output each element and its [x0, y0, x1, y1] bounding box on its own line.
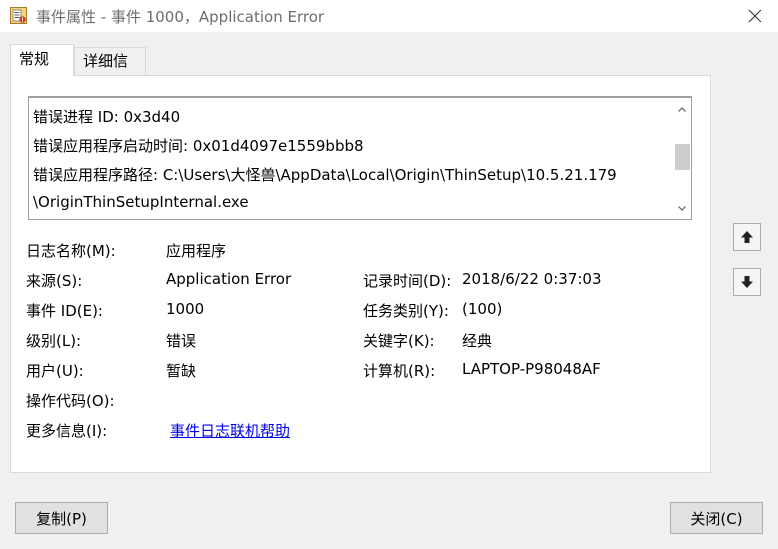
- close-button[interactable]: 关闭(C): [670, 502, 763, 534]
- arrow-down-icon: [741, 276, 753, 288]
- computer-label: 计算机(R):: [363, 362, 436, 380]
- description-line: \OriginThinSetupInternal.exe: [33, 193, 249, 211]
- previous-event-button[interactable]: [733, 223, 761, 251]
- level-label: 级别(L):: [26, 332, 82, 350]
- computer-value: LAPTOP-P98048AF: [462, 360, 601, 378]
- next-event-button[interactable]: [733, 268, 761, 296]
- user-label: 用户(U):: [26, 362, 84, 380]
- event-description-box[interactable]: 错误进程 ID: 0x3d40 错误应用程序启动时间: 0x01d4097e15…: [28, 96, 692, 220]
- logged-label: 记录时间(D):: [363, 272, 452, 290]
- online-help-link[interactable]: 事件日志联机帮助: [170, 420, 290, 441]
- opcode-label: 操作代码(O):: [26, 392, 115, 410]
- log-name-value: 应用程序: [166, 242, 227, 260]
- logged-value: 2018/6/22 0:37:03: [462, 270, 602, 288]
- arrow-up-icon: [741, 231, 753, 243]
- scroll-thumb[interactable]: [675, 144, 690, 170]
- event-id-value: 1000: [166, 300, 205, 318]
- task-category-value: (100): [462, 300, 503, 318]
- task-category-label: 任务类别(Y):: [363, 302, 449, 320]
- close-window-button[interactable]: [732, 0, 778, 32]
- description-line: 错误进程 ID: 0x3d40: [33, 108, 181, 126]
- more-info-label: 更多信息(I):: [26, 422, 108, 440]
- event-viewer-icon: [10, 7, 27, 24]
- chevron-down-icon: [678, 205, 686, 211]
- log-name-label: 日志名称(M):: [26, 242, 116, 260]
- description-line: 错误应用程序启动时间: 0x01d4097e1559bbb8: [33, 137, 364, 155]
- tab-details[interactable]: 详细信息: [74, 47, 146, 96]
- chevron-up-icon: [678, 106, 686, 112]
- event-id-label: 事件 ID(E):: [26, 302, 103, 320]
- close-icon: [748, 9, 762, 23]
- source-label: 来源(S):: [26, 272, 83, 290]
- keywords-value: 经典: [462, 332, 493, 350]
- window-title: 事件属性 - 事件 1000，Application Error: [36, 8, 325, 26]
- copy-button[interactable]: 复制(P): [15, 502, 108, 534]
- keywords-label: 关键字(K):: [363, 332, 435, 350]
- source-value: Application Error: [166, 270, 292, 288]
- description-scrollbar[interactable]: [673, 98, 691, 219]
- general-panel: 错误进程 ID: 0x3d40 错误应用程序启动时间: 0x01d4097e15…: [10, 75, 711, 473]
- scroll-down-arrow[interactable]: [673, 199, 691, 217]
- user-value: 暂缺: [166, 362, 197, 380]
- level-value: 错误: [166, 332, 197, 350]
- description-line: 错误应用程序路径: C:\Users\大怪兽\AppData\Local\Ori…: [33, 166, 617, 184]
- tab-general[interactable]: 常规: [10, 44, 74, 76]
- title-bar: 事件属性 - 事件 1000，Application Error: [0, 0, 778, 32]
- scroll-up-arrow[interactable]: [673, 100, 691, 118]
